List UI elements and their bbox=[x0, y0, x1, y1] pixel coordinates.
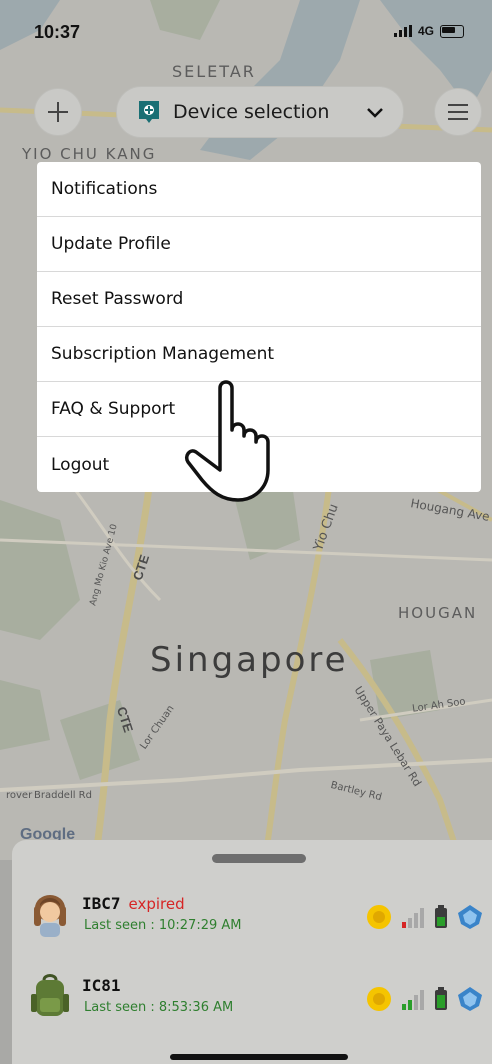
shield-icon bbox=[458, 987, 482, 1011]
devices-bottom-sheet: IBC7 expired Last seen : 10:27:29 AM IC81… bbox=[12, 840, 492, 1064]
shield-icon bbox=[458, 905, 482, 929]
signal-bars-icon bbox=[402, 990, 424, 1010]
network-type: 4G bbox=[417, 24, 434, 38]
map-label-singapore: Singapore bbox=[150, 640, 349, 680]
signal-icon bbox=[393, 25, 412, 37]
backpack-avatar-icon bbox=[31, 974, 69, 1016]
map-label-hougang: HOUGAN bbox=[398, 604, 478, 622]
last-seen: Last seen : 8:53:36 AM bbox=[84, 1000, 234, 1015]
expired-badge: expired bbox=[128, 895, 185, 913]
device-name: IBC7 expired bbox=[82, 894, 185, 913]
battery-level-icon bbox=[435, 905, 447, 928]
map-label-seletar: SELETAR bbox=[172, 62, 256, 81]
gps-dot-icon bbox=[367, 987, 391, 1011]
status-indicators: 4G bbox=[393, 24, 464, 38]
device-selection-dropdown[interactable]: Device selection bbox=[116, 86, 404, 138]
last-seen: Last seen : 10:27:29 AM bbox=[84, 918, 242, 933]
status-time: 10:37 bbox=[34, 22, 81, 42]
menu-item-reset-password[interactable]: Reset Password bbox=[37, 272, 481, 327]
hamburger-icon bbox=[448, 104, 468, 120]
phone-screen: SELETAR YIO CHU KANG HOUGAN Singapore CT… bbox=[0, 0, 492, 1064]
device-name-text: IBC7 bbox=[82, 894, 121, 913]
menu-item-notifications[interactable]: Notifications bbox=[37, 162, 481, 217]
home-indicator[interactable] bbox=[170, 1054, 348, 1060]
pointing-hand-icon bbox=[184, 380, 270, 502]
sheet-grabber[interactable] bbox=[212, 854, 306, 863]
location-pin-icon bbox=[139, 101, 159, 123]
device-name: IC81 bbox=[82, 976, 121, 995]
plus-icon bbox=[48, 102, 68, 122]
map-label-rover: rover bbox=[6, 790, 33, 801]
device-row[interactable]: IC81 Last seen : 8:53:36 AM bbox=[12, 970, 492, 1030]
device-status-icons bbox=[366, 904, 483, 930]
device-selection-label: Device selection bbox=[173, 101, 330, 123]
signal-bars-icon bbox=[402, 908, 424, 928]
map-label-braddell: Braddell Rd bbox=[34, 790, 92, 801]
map-label-yio-chu-kang: YIO CHU KANG bbox=[22, 145, 157, 163]
battery-level-icon bbox=[435, 987, 447, 1010]
menu-item-update-profile[interactable]: Update Profile bbox=[37, 217, 481, 272]
battery-icon bbox=[440, 24, 464, 38]
menu-button[interactable] bbox=[434, 88, 482, 136]
gps-dot-icon bbox=[367, 905, 391, 929]
chevron-down-icon bbox=[367, 108, 383, 118]
girl-avatar-icon bbox=[34, 895, 66, 937]
add-device-button[interactable] bbox=[34, 88, 82, 136]
device-row[interactable]: IBC7 expired Last seen : 10:27:29 AM bbox=[12, 888, 492, 948]
device-status-icons bbox=[366, 986, 483, 1012]
